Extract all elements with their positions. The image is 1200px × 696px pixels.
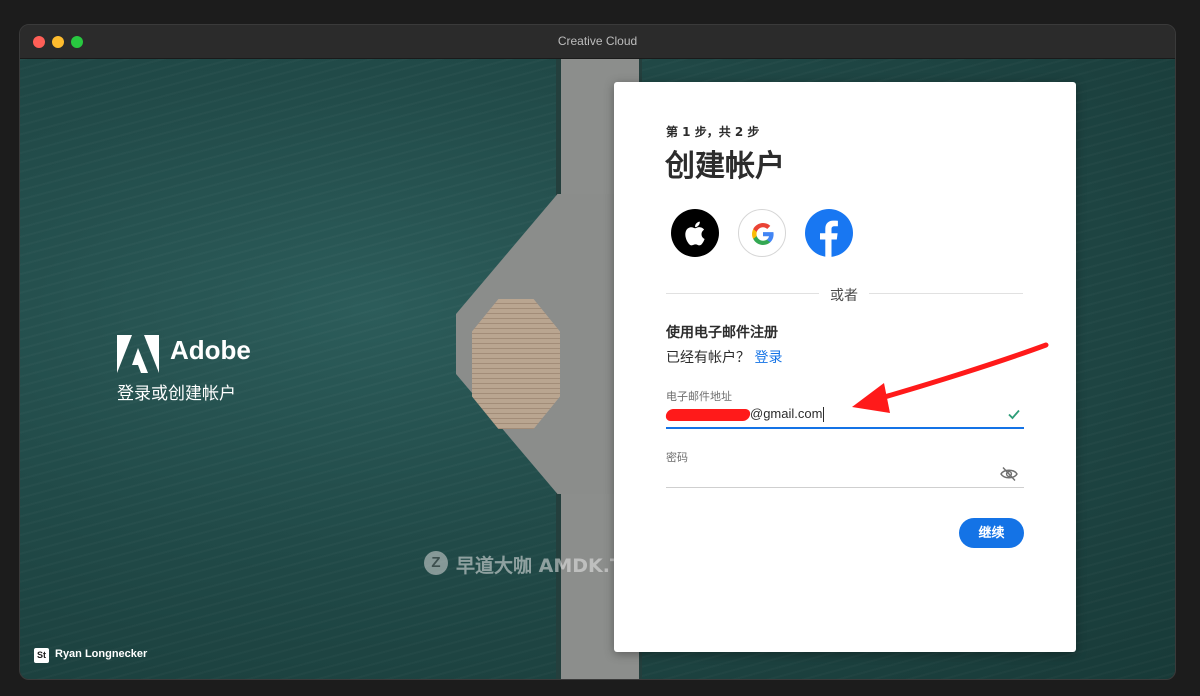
text-caret — [823, 407, 825, 423]
brand-name: Adobe — [170, 335, 251, 365]
page-title: 创建帐户 — [665, 149, 785, 184]
photographer-name: Ryan Longnecker — [55, 648, 148, 660]
app-window: Creative Cloud Adobe 登录或创建帐户 St Ryan Lon… — [19, 24, 1176, 680]
step-indicator: 第 1 步，共 2 步 — [666, 125, 760, 139]
email-input-underline — [666, 427, 1024, 429]
background-photo: Adobe 登录或创建帐户 St Ryan Longnecker Z 早道大咖 … — [20, 59, 1175, 679]
signin-link[interactable]: 登录 — [754, 350, 782, 366]
have-account-label: 已经有帐户？ — [666, 350, 750, 366]
title-bar: Creative Cloud — [20, 25, 1175, 59]
email-input-value: @gmail.com — [750, 406, 823, 421]
brand-subtitle: 登录或创建帐户 — [117, 384, 236, 404]
stock-badge: St — [34, 648, 49, 663]
have-account-text: 已经有帐户？ 登录 — [666, 347, 782, 367]
redaction-mark — [664, 408, 752, 421]
password-input[interactable] — [666, 487, 1024, 488]
password-label: 密码 — [666, 451, 688, 464]
checkmark-icon — [1008, 409, 1020, 420]
eye-hidden-icon[interactable] — [1000, 466, 1018, 482]
apple-icon — [685, 221, 705, 246]
signup-card: 第 1 步，共 2 步 创建帐户 或者 使用电子邮件注册 已经有帐户？ 登录 电… — [614, 82, 1076, 652]
watermark-logo-icon: Z — [424, 551, 448, 575]
google-icon — [752, 223, 774, 245]
window-title: Creative Cloud — [557, 34, 638, 48]
google-signin-button[interactable] — [738, 209, 786, 257]
continue-button[interactable]: 继续 — [959, 518, 1024, 548]
divider-or-text: 或者 — [819, 285, 869, 305]
adobe-logo-icon — [117, 335, 159, 373]
facebook-icon — [820, 220, 838, 257]
apple-signin-button[interactable] — [671, 209, 719, 257]
email-label: 电子邮件地址 — [666, 390, 732, 403]
email-signup-title: 使用电子邮件注册 — [666, 325, 778, 341]
facebook-signin-button[interactable] — [805, 209, 853, 257]
email-input[interactable]: @gmail.com — [664, 406, 1006, 426]
